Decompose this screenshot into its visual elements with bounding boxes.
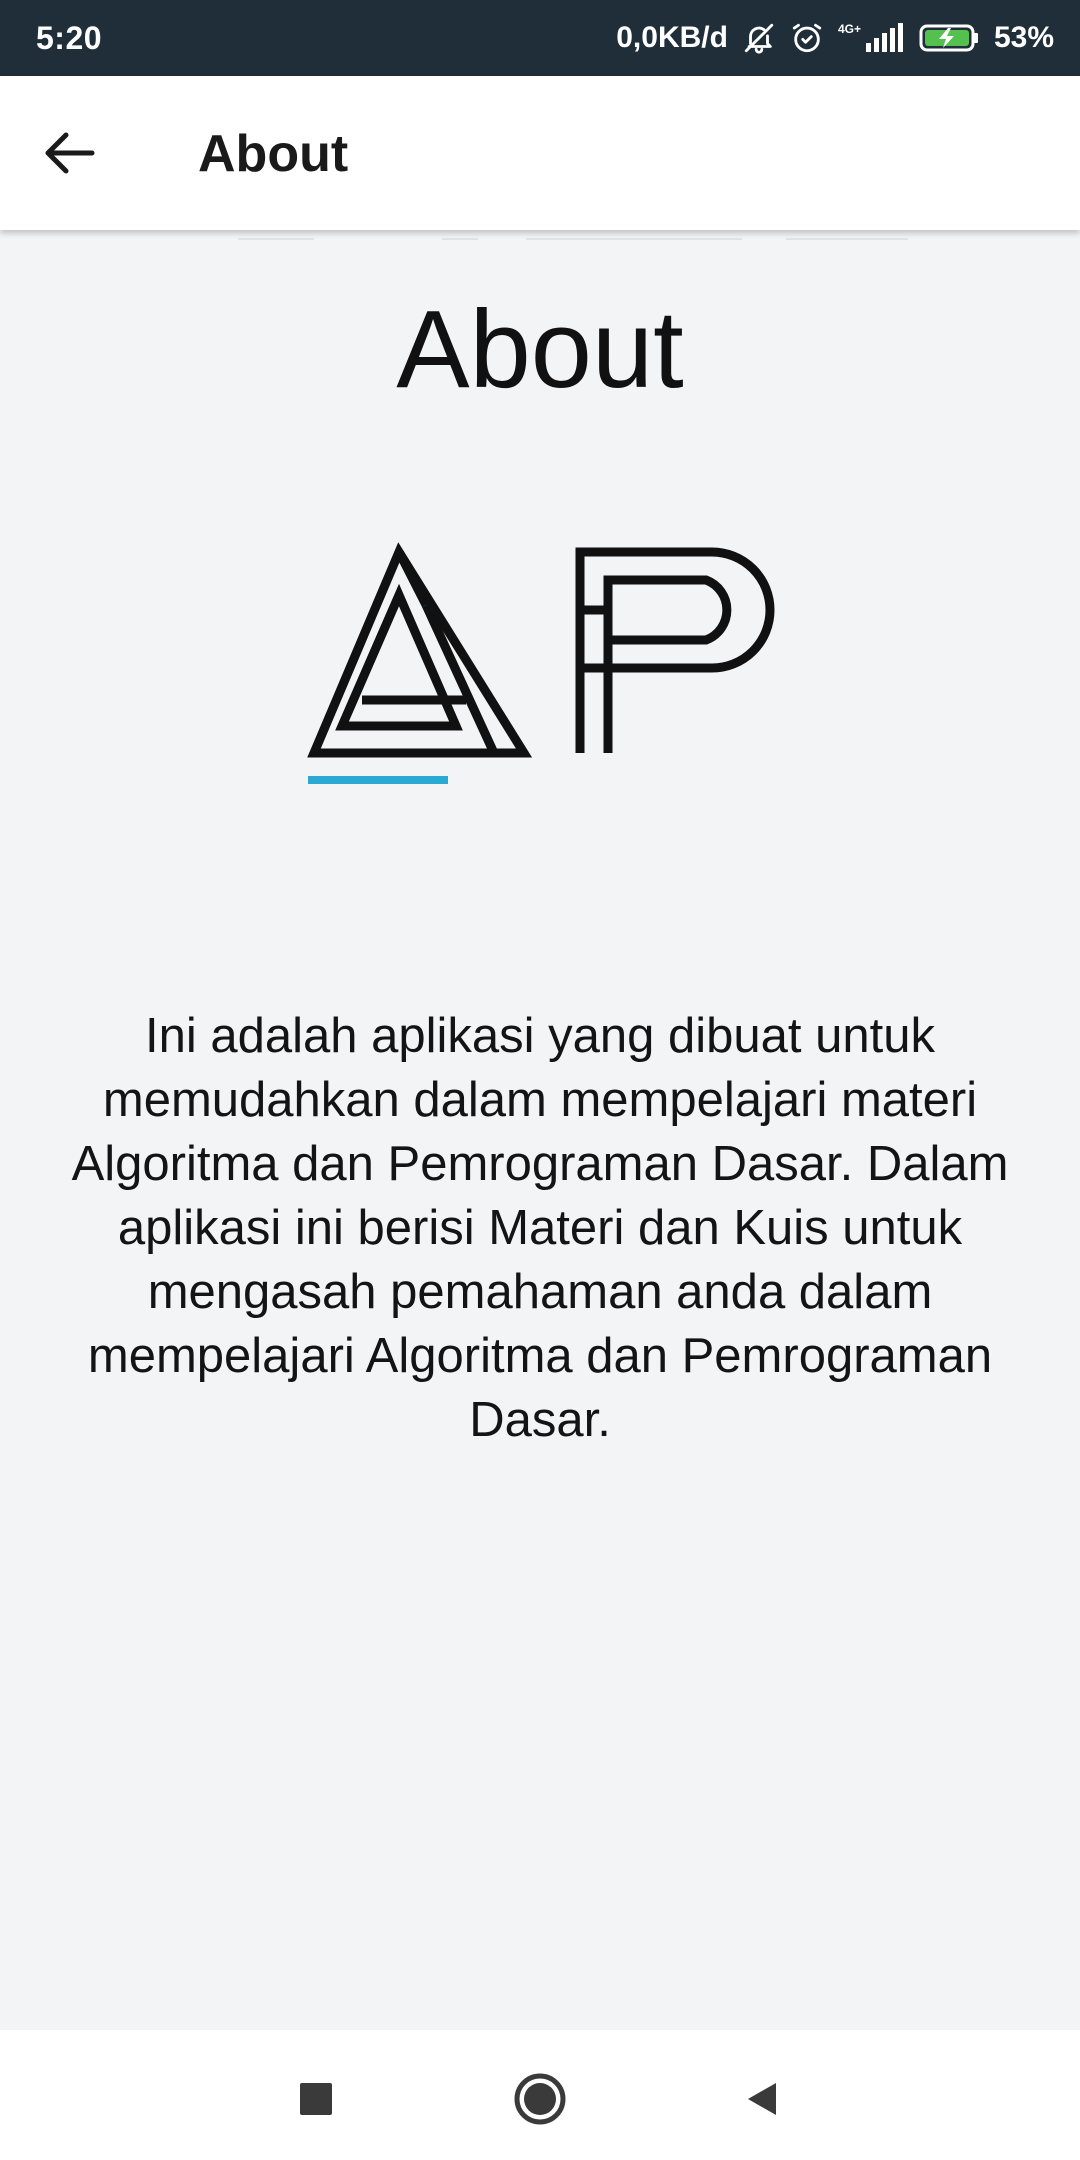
app-bar-title: About [198, 125, 349, 183]
recents-square-icon [300, 2083, 332, 2115]
arrow-left-icon [45, 132, 95, 174]
navigation-bar [0, 2030, 1080, 2160]
about-description: Ini adalah aplikasi yang dibuat untuk me… [71, 1009, 1009, 1447]
back-nav-button[interactable] [729, 2066, 795, 2132]
divider [0, 238, 1080, 242]
back-triangle-icon [748, 2083, 776, 2115]
battery-charging-icon [918, 22, 980, 54]
logo-accent-bar [308, 776, 448, 784]
home-button[interactable] [507, 2066, 573, 2132]
back-button[interactable] [34, 121, 106, 185]
alarm-icon [790, 21, 824, 55]
status-icons: 0,0KB/d 4G+ 53% [616, 21, 1054, 55]
network-speed: 0,0KB/d [616, 21, 728, 54]
status-bar: 5:20 0,0KB/d 4G+ 53% [0, 0, 1080, 76]
bell-off-icon [742, 21, 776, 55]
signal-icon: 4G+ [838, 23, 904, 53]
recents-button[interactable] [283, 2066, 349, 2132]
home-circle-icon [514, 2073, 566, 2125]
battery-percent: 53% [993, 21, 1054, 54]
status-time: 5:20 [36, 19, 103, 56]
app-logo [306, 540, 782, 790]
page-title: About [396, 288, 684, 411]
app-bar: About [0, 76, 1080, 230]
network-type: 4G+ [837, 22, 861, 36]
